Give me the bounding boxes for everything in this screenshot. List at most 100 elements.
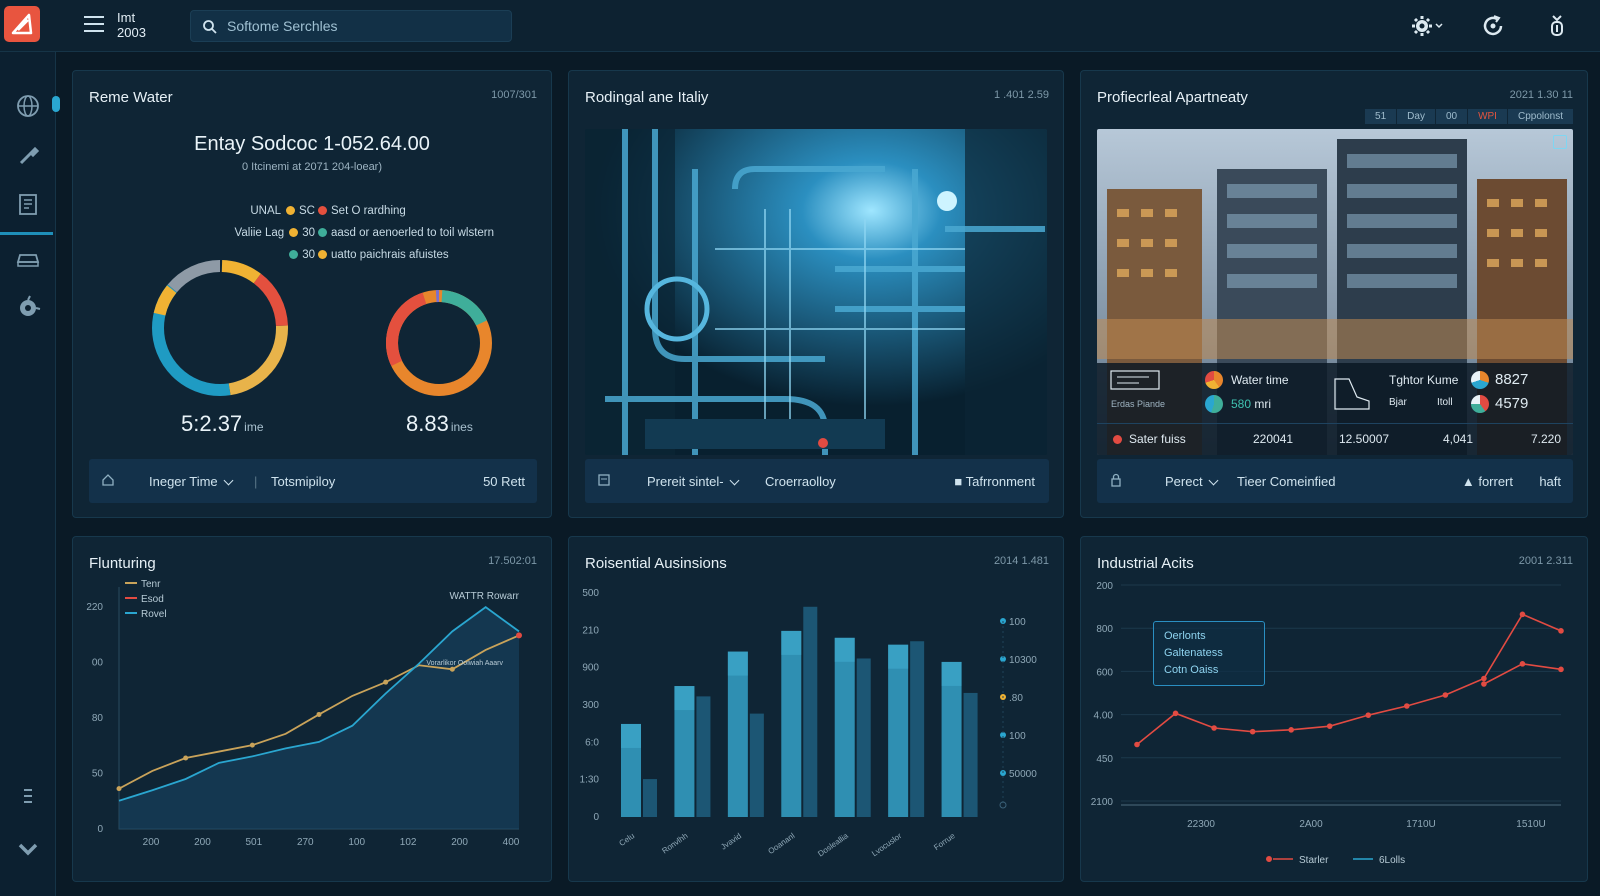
settings-icon[interactable] <box>1410 13 1443 39</box>
footer-right[interactable]: 50 Rett <box>483 474 525 489</box>
x-tick-label: Dosleallia <box>816 831 850 859</box>
wrench-icon[interactable] <box>10 138 46 174</box>
data-point <box>1172 710 1179 717</box>
tools-icon[interactable] <box>10 290 46 326</box>
panel-timestamp: 1 .401 2.59 <box>993 89 1049 101</box>
y-tick-label: 0 <box>97 824 103 835</box>
data-point <box>516 632 522 639</box>
document-icon[interactable] <box>597 473 611 487</box>
lock-icon[interactable] <box>1109 473 1123 487</box>
footer-right[interactable]: ▲ forrert <box>1462 474 1513 489</box>
time-select[interactable]: Ineger Time <box>149 474 234 489</box>
y-tick-label: 220 <box>86 602 103 613</box>
status-dot <box>1113 435 1122 444</box>
globe-icon[interactable] <box>10 88 46 124</box>
small-label: Erdas Piande <box>1111 399 1166 409</box>
legend-dot <box>1266 856 1272 862</box>
x-tick-label: 2A00 <box>1299 819 1323 830</box>
tab-00[interactable]: 00 <box>1435 109 1468 124</box>
metric-value-2: 4579 <box>1495 395 1529 412</box>
data-point <box>183 755 189 761</box>
badge-icon[interactable] <box>1544 13 1570 39</box>
home-icon[interactable] <box>101 473 115 487</box>
x-tick-label: 501 <box>246 837 263 848</box>
legend-label: 100 <box>1009 731 1026 742</box>
report-icon[interactable] <box>10 186 46 222</box>
bar <box>888 644 909 817</box>
x-tick-label: 200 <box>451 837 468 848</box>
y-tick-label: 80 <box>92 713 104 724</box>
panel-title: Profiecrleal Apartneaty <box>1097 89 1248 106</box>
y-tick-label: 210 <box>582 625 599 636</box>
tghtor-sub1: Bjar <box>1389 397 1407 408</box>
kpi-sub: 0 Itcinemi at 2071 204-loear) <box>241 161 383 173</box>
list-icon[interactable] <box>10 778 46 814</box>
tab-51[interactable]: 51 <box>1365 109 1397 124</box>
donut-2-value: 8.83 ines <box>406 411 473 436</box>
water-time-label: Water time <box>1231 373 1289 387</box>
y-tick-label: 4.00 <box>1094 711 1114 722</box>
legend-label: .80 <box>1009 693 1023 704</box>
car-icon[interactable] <box>10 240 46 276</box>
y-tick-label: 00 <box>92 658 104 669</box>
metric-icon <box>1471 395 1489 413</box>
data-point <box>1481 675 1487 682</box>
legend-label: 100 <box>1009 617 1026 628</box>
chevron-down-icon <box>1208 475 1219 486</box>
footer-right[interactable]: ■ Tafrronment <box>954 474 1035 489</box>
tab-cppolonst[interactable]: Cppolonst <box>1507 109 1573 124</box>
app-logo-icon[interactable] <box>4 6 40 42</box>
water-time-icon <box>1205 371 1223 389</box>
x-tick-label: Jvavid <box>719 831 743 851</box>
y-tick-label: 0 <box>593 812 599 823</box>
panel-timestamp: 2021 1.30 11 <box>1509 89 1573 101</box>
x-tick-label: 22300 <box>1187 819 1215 830</box>
y-tick-label: 800 <box>1096 624 1113 635</box>
data-point <box>1442 692 1449 698</box>
footer-right-2[interactable]: haft <box>1539 474 1561 489</box>
donut-chart-1 <box>152 260 288 396</box>
refresh-icon[interactable] <box>1480 13 1506 39</box>
legend-row: Valiie Lag 30 <box>234 227 315 239</box>
tab-day[interactable]: Day <box>1397 109 1435 124</box>
expand-icon[interactable] <box>1553 135 1567 149</box>
status-value: 4,041 <box>1443 432 1474 446</box>
legend-row: UNAL SC <box>250 205 315 217</box>
tghtor-sub2: Itoll <box>1437 397 1453 408</box>
bar <box>963 692 978 817</box>
tab-wpi[interactable]: WPI <box>1468 109 1507 124</box>
industrial-line-chart: 2100 450 4.00 600 800 200 22300 2A00 1710U 1510U S… <box>1091 581 1564 866</box>
data-point <box>1558 628 1564 634</box>
chevron-down-icon[interactable] <box>10 830 46 866</box>
footer-label[interactable]: Croerraolloy <box>765 474 836 489</box>
data-point <box>1558 666 1564 673</box>
y-tick-label: 450 <box>1096 754 1113 765</box>
data-point <box>1365 712 1372 718</box>
kpi-main: Entay Sodcoc 1-052.64.00 <box>194 133 430 155</box>
metric-icon <box>1471 371 1489 389</box>
menu-icon[interactable] <box>84 16 104 32</box>
filter-select[interactable]: Prereit sintel- <box>647 474 740 489</box>
x-tick-label: 1510U <box>1516 819 1545 830</box>
bar-highlight <box>834 637 855 662</box>
triangle-up-icon: ▲ <box>1461 474 1479 489</box>
footer-label[interactable]: Totsmipiloy <box>271 474 335 489</box>
status-value: 7.220 <box>1531 432 1562 446</box>
data-point <box>1519 661 1526 667</box>
panel-footer: Prereit sintel- Croerraolloy ■ Tafrronme… <box>585 459 1049 503</box>
x-tick-label: 102 <box>400 837 417 848</box>
bar <box>781 630 802 817</box>
footer-label[interactable]: Tieer Comeinfied <box>1237 474 1336 489</box>
x-tick-label: Lvocuslor <box>870 831 903 858</box>
data-point <box>1134 741 1140 748</box>
status-label: Sater fuiss <box>1129 432 1186 446</box>
bar-highlight <box>781 630 802 655</box>
bar <box>856 658 871 817</box>
y-tick-label: 1:30 <box>580 775 600 786</box>
perect-select[interactable]: Perect <box>1165 474 1219 489</box>
separator: | <box>254 474 258 489</box>
data-point <box>116 786 122 792</box>
data-point <box>383 679 389 685</box>
search-input[interactable] <box>227 16 503 36</box>
search-box[interactable] <box>190 10 512 42</box>
